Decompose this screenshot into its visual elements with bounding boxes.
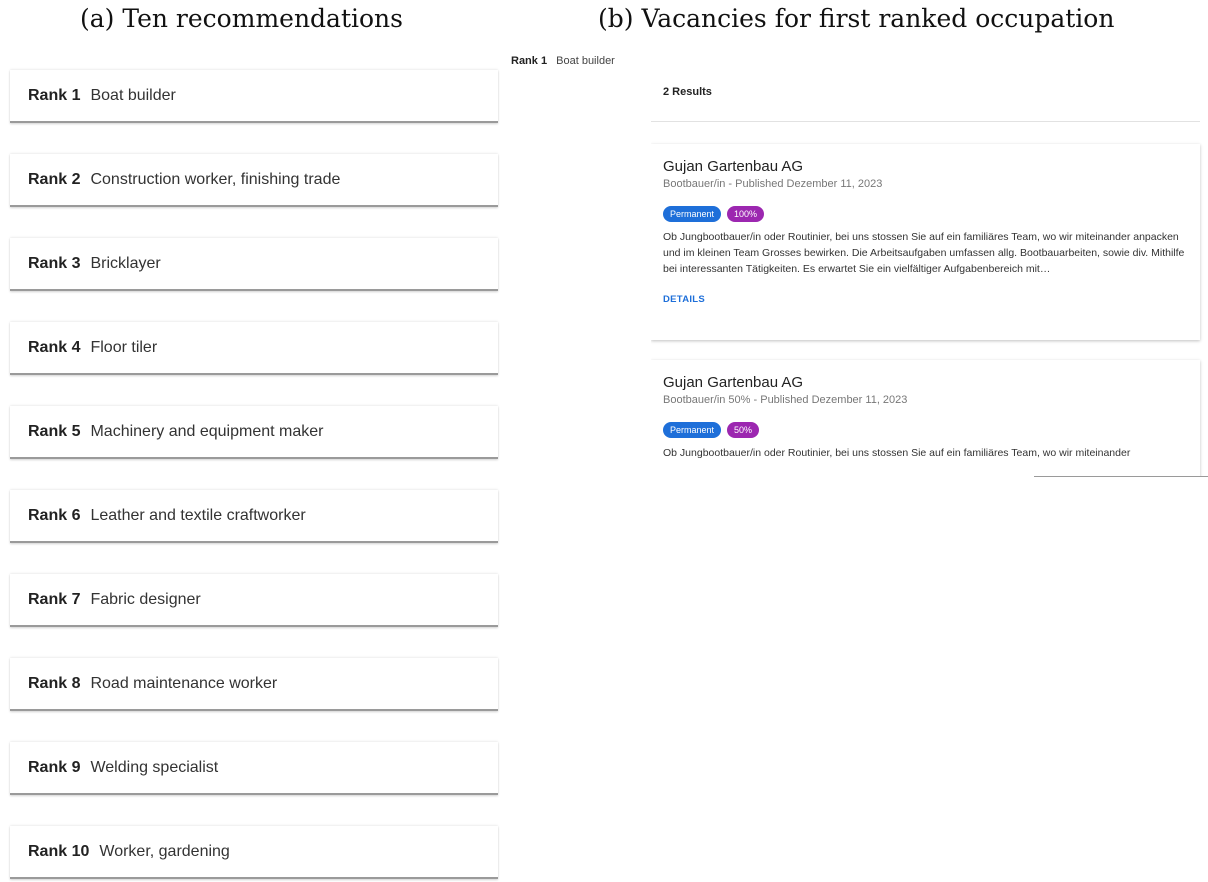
tag-workload: 50% — [727, 422, 760, 438]
rank-label: Rank 1 — [28, 86, 81, 104]
rank-card-3[interactable]: Rank 3 Bricklayer — [10, 238, 498, 291]
selected-occupation-label: Boat builder — [556, 55, 615, 67]
tag-permanent: Permanent — [663, 422, 722, 438]
occupation-label: Fabric designer — [90, 590, 201, 608]
occupation-label: Machinery and equipment maker — [90, 422, 324, 440]
rank-label: Rank 3 — [28, 254, 81, 272]
vacancy-card-1[interactable]: Gujan Gartenbau AG Bootbauer/in - Publis… — [651, 144, 1200, 340]
vacancy-description: Ob Jungbootbauer/in oder Routinier, bei … — [663, 447, 1131, 459]
occupation-label: Road maintenance worker — [90, 674, 278, 692]
vacancy-card-2[interactable]: Gujan Gartenbau AG Bootbauer/in 50% - Pu… — [651, 360, 1200, 476]
scroll-boundary — [1034, 476, 1208, 477]
rank-card-6[interactable]: Rank 6 Leather and textile craftworker — [10, 490, 498, 543]
vacancy-tags: Permanent 100% — [663, 206, 1188, 222]
vacancy-company: Gujan Gartenbau AG — [663, 374, 804, 391]
caption-vacancies: (b) Vacancies for first ranked occupatio… — [598, 4, 1115, 33]
rank-label: Rank 7 — [28, 590, 81, 608]
rank-card-2[interactable]: Rank 2 Construction worker, finishing tr… — [10, 154, 498, 207]
rank-label: Rank 5 — [28, 422, 81, 440]
selected-rank-header: Rank 1 Boat builder — [511, 55, 615, 67]
rank-card-8[interactable]: Rank 8 Road maintenance worker — [10, 658, 498, 711]
rank-label: Rank 9 — [28, 758, 81, 776]
rank-card-1[interactable]: Rank 1 Boat builder — [10, 70, 498, 123]
results-count: 2 Results — [663, 86, 712, 98]
rank-card-7[interactable]: Rank 7 Fabric designer — [10, 574, 498, 627]
occupation-label: Bricklayer — [90, 254, 161, 272]
vacancy-description: Ob Jungbootbauer/in oder Routinier, bei … — [663, 231, 1185, 275]
rank-card-9[interactable]: Rank 9 Welding specialist — [10, 742, 498, 795]
caption-ten-recommendations: (a) Ten recommendations — [80, 4, 403, 33]
occupation-label: Boat builder — [90, 86, 176, 104]
vacancy-list[interactable]: Gujan Gartenbau AG Bootbauer/in - Publis… — [651, 140, 1208, 476]
rank-card-5[interactable]: Rank 5 Machinery and equipment maker — [10, 406, 498, 459]
rank-label: Rank 4 — [28, 338, 81, 356]
rank-label: Rank 6 — [28, 506, 81, 524]
details-link[interactable]: DETAILS — [663, 294, 1188, 305]
vacancy-company: Gujan Gartenbau AG — [663, 158, 804, 175]
occupation-label: Floor tiler — [90, 338, 158, 356]
occupation-label: Worker, gardening — [99, 842, 230, 860]
occupation-label: Leather and textile craftworker — [90, 506, 306, 524]
rank-card-4[interactable]: Rank 4 Floor tiler — [10, 322, 498, 375]
vacancy-subtitle: Bootbauer/in - Published Dezember 11, 20… — [663, 178, 883, 190]
rank-label: Rank 2 — [28, 170, 81, 188]
divider — [651, 121, 1200, 122]
tag-workload: 100% — [727, 206, 765, 222]
occupation-label: Welding specialist — [90, 758, 219, 776]
vacancy-subtitle: Bootbauer/in 50% - Published Dezember 11… — [663, 394, 908, 406]
selected-rank-label: Rank 1 — [511, 55, 548, 67]
occupation-label: Construction worker, finishing trade — [90, 170, 341, 188]
rank-label: Rank 10 — [28, 842, 90, 860]
rank-label: Rank 8 — [28, 674, 81, 692]
vacancy-tags: Permanent 50% — [663, 422, 1188, 438]
tag-permanent: Permanent — [663, 206, 722, 222]
rank-card-10[interactable]: Rank 10 Worker, gardening — [10, 826, 498, 879]
